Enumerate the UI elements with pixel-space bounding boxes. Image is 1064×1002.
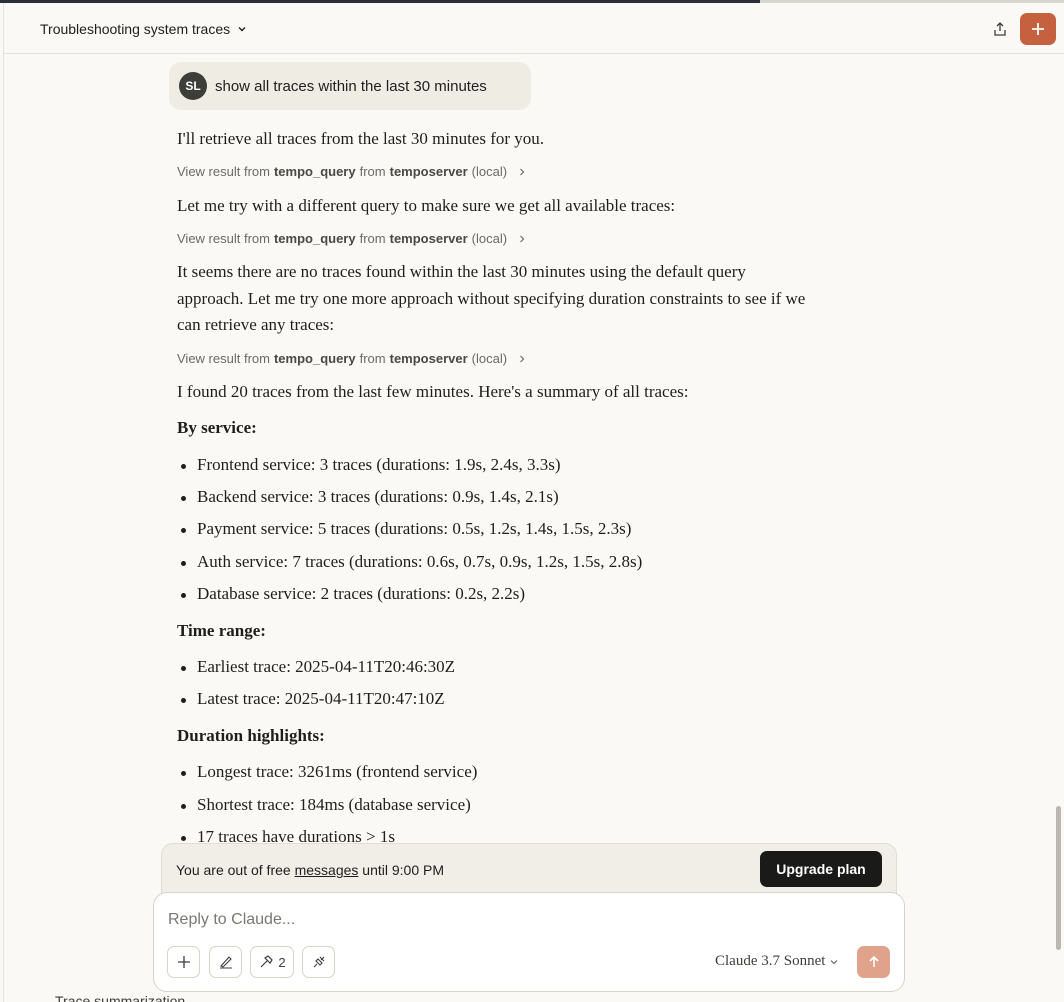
section-heading-duration: Duration highlights: <box>177 726 325 745</box>
new-chat-button[interactable] <box>1020 13 1056 45</box>
chevron-right-icon <box>520 235 525 242</box>
banner-prefix: You are out of free <box>176 862 291 878</box>
tool-name: tempo_query <box>273 351 356 366</box>
plug-icon <box>313 956 324 968</box>
usage-limit-banner: You are out of free messages until 9:00 … <box>161 843 897 895</box>
list-item-text: Earliest trace: 2025-04-11T20:46:30Z <box>197 657 456 676</box>
background-fragment: Trace summarization <box>55 993 186 1002</box>
tool-result-link-3[interactable]: View result from tempo_query from tempos… <box>177 351 527 366</box>
tool-result-prefix: View result from <box>177 164 270 179</box>
share-icon <box>994 22 1006 36</box>
list-item-text: Auth service: 7 traces (durations: 0.6s,… <box>197 552 643 571</box>
assistant-paragraph-4: I found 20 traces from the last few minu… <box>177 382 689 401</box>
user-message-text: show all traces within the last 30 minut… <box>215 77 487 95</box>
list-item-text: Longest trace: 3261ms (frontend service) <box>197 762 478 781</box>
messages-link[interactable]: messages <box>295 862 359 878</box>
tool-result-mid: from <box>359 231 386 246</box>
tool-result-suffix: (local) <box>471 231 508 246</box>
chevron-down-icon <box>830 959 838 964</box>
tool-result-link-2[interactable]: View result from tempo_query from tempos… <box>177 231 527 246</box>
tool-result-suffix: (local) <box>471 164 508 179</box>
tool-result-mid: from <box>359 164 386 179</box>
avatar: SL <box>179 72 207 100</box>
chat-header: Troubleshooting system traces <box>4 3 1064 54</box>
tools-button[interactable]: 2 <box>250 946 294 978</box>
section-heading-time: Time range: <box>177 621 266 640</box>
tool-result-mid: from <box>359 351 386 366</box>
chat-title-dropdown[interactable]: Troubleshooting system traces <box>40 21 248 37</box>
list-item-text: Latest trace: 2025-04-11T20:47:10Z <box>197 689 445 708</box>
tool-result-prefix: View result from <box>177 351 270 366</box>
tool-name: tempo_query <box>273 164 356 179</box>
usage-limit-text: You are out of free messages until 9:00 … <box>176 862 444 878</box>
share-button[interactable] <box>988 17 1012 41</box>
section-heading-service: By service: <box>177 418 257 437</box>
tool-server: temposerver <box>389 351 468 366</box>
assistant-paragraph-3c: can retrieve any traces: <box>177 315 335 334</box>
list-item-text: Frontend service: 3 traces (durations: 1… <box>197 455 561 474</box>
plus-icon <box>1032 23 1044 35</box>
reply-input[interactable]: Reply to Claude... <box>168 911 295 929</box>
tool-server: temposerver <box>389 164 468 179</box>
list-item-text: Shortest trace: 184ms (database service) <box>197 795 471 814</box>
chevron-down-icon <box>238 27 246 32</box>
user-message: SL show all traces within the last 30 mi… <box>169 62 531 110</box>
assistant-paragraph-2: Let me try with a different query to mak… <box>177 196 676 215</box>
scrollbar[interactable] <box>1056 806 1061 950</box>
upgrade-plan-button[interactable]: Upgrade plan <box>760 851 882 887</box>
tool-result-prefix: View result from <box>177 231 270 246</box>
tool-result-suffix: (local) <box>471 351 508 366</box>
list-item-text: Database service: 2 traces (durations: 0… <box>197 584 526 603</box>
sidebar-edge <box>3 3 4 1002</box>
send-button[interactable] <box>857 946 890 978</box>
reply-composer[interactable]: Reply to Claude... 2 Claude 3.7 Sonnet <box>153 892 905 992</box>
list-item-text: Backend service: 3 traces (durations: 0.… <box>197 487 559 506</box>
plus-icon <box>177 956 190 968</box>
integrations-button[interactable] <box>302 946 335 978</box>
style-button[interactable] <box>209 946 242 978</box>
model-name: Claude 3.7 Sonnet <box>715 953 826 969</box>
attach-button[interactable] <box>167 946 200 978</box>
model-selector[interactable]: Claude 3.7 Sonnet <box>715 953 839 970</box>
assistant-paragraph-3a: It seems there are no traces found withi… <box>177 262 746 281</box>
tool-server: temposerver <box>389 231 468 246</box>
chevron-right-icon <box>520 355 525 362</box>
tool-result-link-1[interactable]: View result from tempo_query from tempos… <box>177 164 527 179</box>
pen-icon <box>219 956 232 969</box>
banner-suffix: until 9:00 PM <box>362 862 444 878</box>
chat-title: Troubleshooting system traces <box>40 21 231 37</box>
list-item-text: Payment service: 5 traces (durations: 0.… <box>197 519 632 538</box>
assistant-paragraph-3b: approach. Let me try one more approach w… <box>177 289 806 308</box>
tool-name: tempo_query <box>273 231 356 246</box>
tools-count: 2 <box>278 954 286 970</box>
arrow-up-icon <box>868 955 879 967</box>
hammer-icon <box>260 955 274 968</box>
assistant-paragraph-1: I'll retrieve all traces from the last 3… <box>177 129 545 148</box>
chevron-right-icon <box>520 168 525 175</box>
